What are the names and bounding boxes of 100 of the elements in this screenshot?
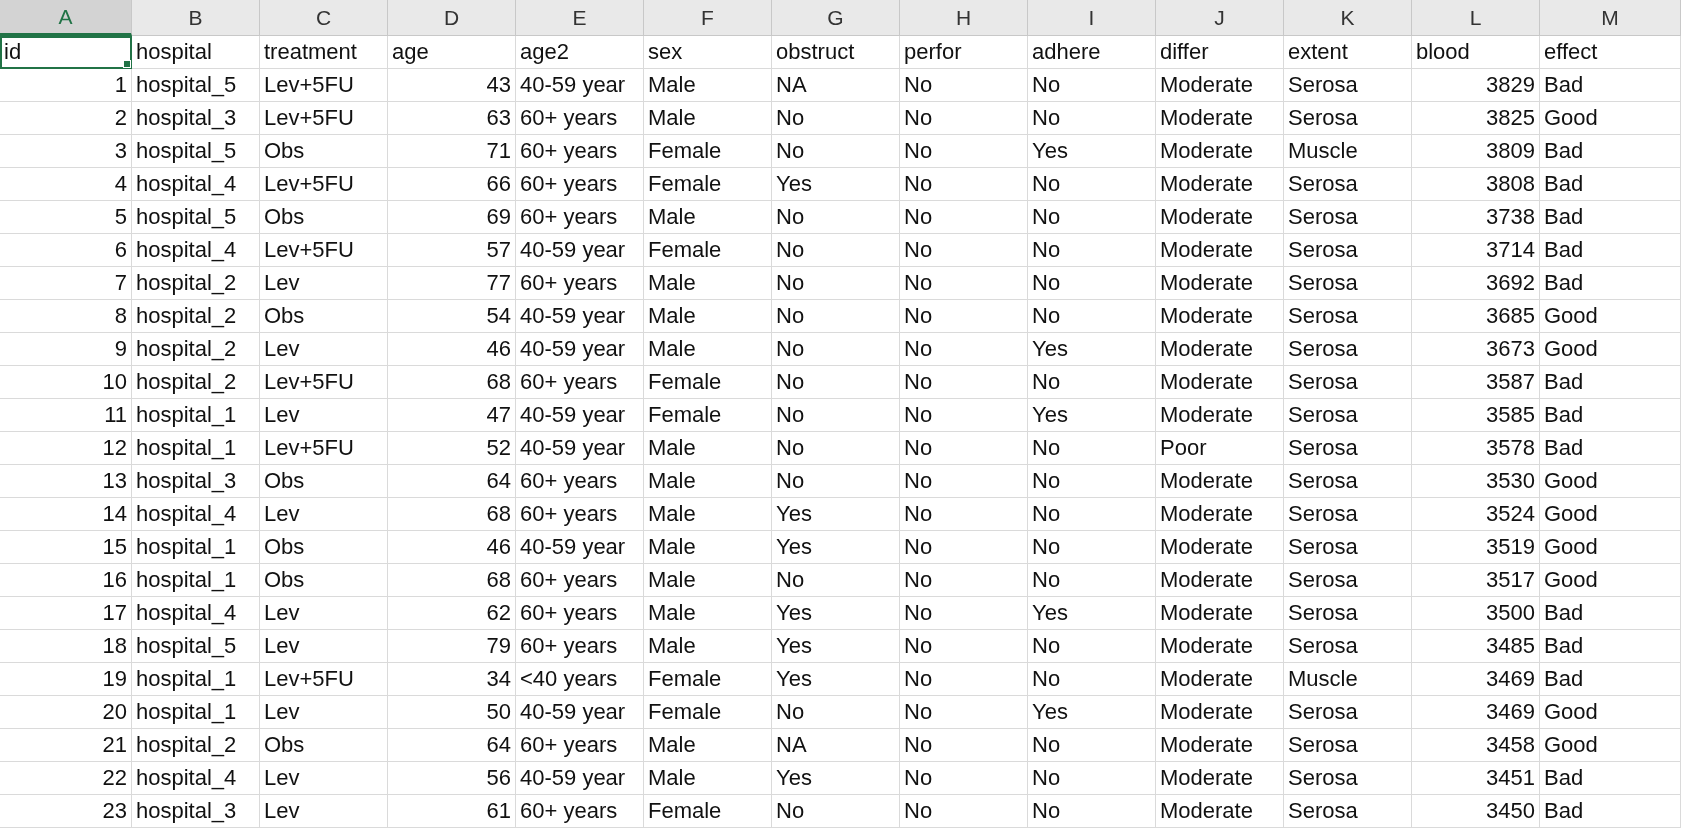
table-cell: Moderate [1156,168,1284,201]
table-cell: 23 [0,795,132,828]
table-cell: hospital_2 [132,366,260,399]
table-cell: 40-59 year [516,234,644,267]
table-cell: No [1028,729,1156,762]
table-cell: 3685 [1412,300,1540,333]
table-cell: Male [644,465,772,498]
table-cell: No [772,432,900,465]
table-cell: Obs [260,531,388,564]
table-cell: Female [644,696,772,729]
table-cell: 3585 [1412,399,1540,432]
table-cell: Female [644,168,772,201]
table-cell: Lev+5FU [260,234,388,267]
column-header[interactable]: G [772,0,900,36]
column-header[interactable]: L [1412,0,1540,36]
table-cell: No [772,564,900,597]
table-cell: hospital_4 [132,597,260,630]
table-cell: No [900,69,1028,102]
table-cell: 40-59 year [516,300,644,333]
table-cell: 14 [0,498,132,531]
column-header[interactable]: M [1540,0,1681,36]
table-cell: Moderate [1156,630,1284,663]
table-cell: Moderate [1156,498,1284,531]
column-header[interactable]: K [1284,0,1412,36]
table-cell: hospital_5 [132,201,260,234]
fill-handle[interactable] [123,60,131,68]
table-cell: 62 [388,597,516,630]
table-cell: hospital_2 [132,333,260,366]
table-cell: Lev [260,696,388,729]
table-cell: Male [644,300,772,333]
table-cell: No [900,333,1028,366]
column-header[interactable]: F [644,0,772,36]
table-cell: hospital_5 [132,69,260,102]
table-cell: Moderate [1156,729,1284,762]
table-cell: Muscle [1284,663,1412,696]
table-cell: Male [644,597,772,630]
table-cell: 68 [388,564,516,597]
table-cell: Male [644,201,772,234]
table-cell: hospital [132,36,260,69]
table-cell: Serosa [1284,234,1412,267]
column-header[interactable]: E [516,0,644,36]
column-header[interactable]: J [1156,0,1284,36]
table-cell: Lev+5FU [260,366,388,399]
table-cell: 3825 [1412,102,1540,135]
table-cell: Serosa [1284,267,1412,300]
table-cell: No [1028,366,1156,399]
table-cell: Serosa [1284,432,1412,465]
table-cell: NA [772,69,900,102]
table-cell: Serosa [1284,597,1412,630]
table-cell: No [900,102,1028,135]
table-cell: Yes [772,663,900,696]
table-cell: 46 [388,333,516,366]
table-cell: 47 [388,399,516,432]
table-cell: No [1028,267,1156,300]
table-cell: Moderate [1156,69,1284,102]
table-cell: 57 [388,234,516,267]
table-cell: Yes [1028,696,1156,729]
table-cell: 68 [388,366,516,399]
table-cell: hospital_3 [132,102,260,135]
column-header[interactable]: I [1028,0,1156,36]
table-cell: No [900,531,1028,564]
column-header[interactable]: B [132,0,260,36]
table-cell: Lev [260,630,388,663]
table-cell: 40-59 year [516,696,644,729]
table-cell: Serosa [1284,201,1412,234]
column-header[interactable]: D [388,0,516,36]
table-cell: 3469 [1412,696,1540,729]
table-cell: No [772,399,900,432]
table-cell: No [900,201,1028,234]
table-cell: No [1028,201,1156,234]
table-cell: Serosa [1284,498,1412,531]
table-cell: hospital_4 [132,234,260,267]
table-cell: Obs [260,465,388,498]
column-header[interactable]: C [260,0,388,36]
table-cell: 3 [0,135,132,168]
table-cell: No [772,696,900,729]
table-cell: 69 [388,201,516,234]
table-cell: No [900,729,1028,762]
table-cell: 3808 [1412,168,1540,201]
table-cell: Female [644,234,772,267]
table-cell: Yes [772,531,900,564]
table-cell: 11 [0,399,132,432]
table-cell: Serosa [1284,630,1412,663]
column-header[interactable]: H [900,0,1028,36]
table-cell: 3714 [1412,234,1540,267]
table-cell: 3738 [1412,201,1540,234]
table-cell: 40-59 year [516,531,644,564]
table-cell: 60+ years [516,102,644,135]
table-cell: 60+ years [516,729,644,762]
table-cell: No [1028,69,1156,102]
table-cell: Bad [1540,234,1681,267]
table-cell: No [772,102,900,135]
table-cell: Yes [772,630,900,663]
table-cell: Moderate [1156,267,1284,300]
table-cell: No [1028,498,1156,531]
column-header[interactable]: A [0,0,132,36]
table-cell: hospital_4 [132,762,260,795]
table-cell: Serosa [1284,465,1412,498]
table-cell: Moderate [1156,531,1284,564]
table-cell: No [1028,564,1156,597]
